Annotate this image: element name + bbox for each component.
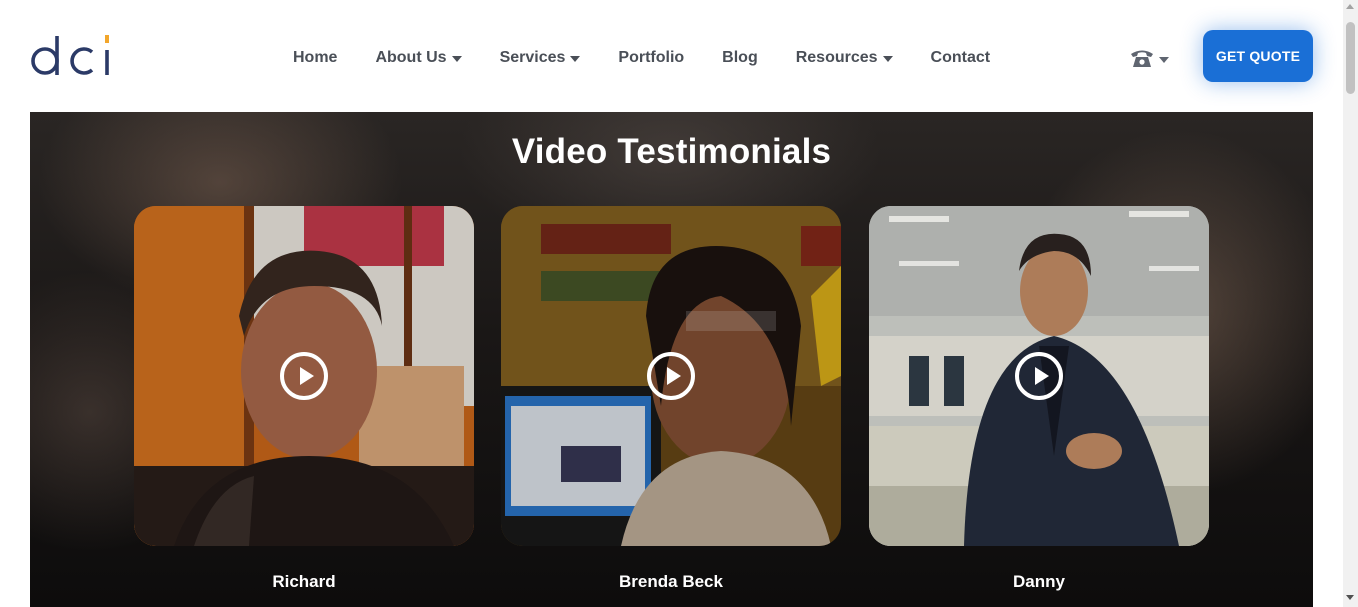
nav-portfolio-label: Portfolio [618, 49, 685, 66]
nav-contact[interactable]: Contact [931, 45, 991, 71]
nav-portfolio[interactable]: Portfolio [618, 45, 684, 71]
caret-down-icon [570, 55, 581, 62]
caret-down-icon [882, 55, 893, 62]
video-card-richard[interactable] [134, 206, 474, 546]
nav-contact-label: Contact [930, 49, 991, 66]
video-testimonials-section: Video Testimonials Richard Brenda Beck D… [30, 112, 1313, 607]
nav-home[interactable]: Home [293, 45, 337, 71]
nav-about-us[interactable]: About Us [375, 45, 462, 71]
scroll-down-arrow-icon[interactable] [1346, 595, 1354, 600]
nav-about-us-label: About Us [375, 49, 447, 66]
dci-logo[interactable] [30, 30, 114, 82]
nav-resources-label: Resources [795, 49, 878, 66]
get-quote-button[interactable]: GET QUOTE [1203, 30, 1313, 82]
phone-dropdown[interactable] [1129, 44, 1173, 72]
play-triangle [667, 367, 681, 385]
phone-icon [1131, 50, 1153, 67]
scroll-up-arrow-icon[interactable] [1346, 4, 1354, 9]
video-name-richard: Richard [272, 572, 336, 591]
play-icon[interactable] [647, 352, 695, 400]
scroll-thumb[interactable] [1346, 22, 1355, 94]
main-nav: Home About Us Services Portfolio Blog Re… [293, 44, 1028, 72]
video-card-danny[interactable] [869, 206, 1209, 546]
play-icon[interactable] [280, 352, 328, 400]
logo-mark [31, 35, 109, 75]
video-name-danny: Danny [1013, 572, 1065, 591]
nav-resources[interactable]: Resources [796, 45, 893, 71]
page-scrollbar[interactable] [1343, 0, 1358, 607]
play-icon[interactable] [1015, 352, 1063, 400]
play-triangle [1035, 367, 1049, 385]
nav-blog-label: Blog [722, 49, 758, 66]
caret-down-icon [451, 55, 462, 62]
video-name-brenda-beck: Brenda Beck [619, 572, 723, 591]
caret-down-icon [1159, 57, 1169, 63]
get-quote-label: GET QUOTE [1215, 48, 1301, 64]
nav-services[interactable]: Services [500, 45, 581, 71]
nav-blog[interactable]: Blog [722, 45, 758, 71]
nav-home-label: Home [293, 49, 338, 66]
nav-services-label: Services [499, 49, 566, 66]
site-header: Home About Us Services Portfolio Blog Re… [0, 0, 1343, 112]
play-triangle [300, 367, 314, 385]
section-title: Video Testimonials [511, 132, 832, 171]
video-card-brenda-beck[interactable] [501, 206, 841, 546]
